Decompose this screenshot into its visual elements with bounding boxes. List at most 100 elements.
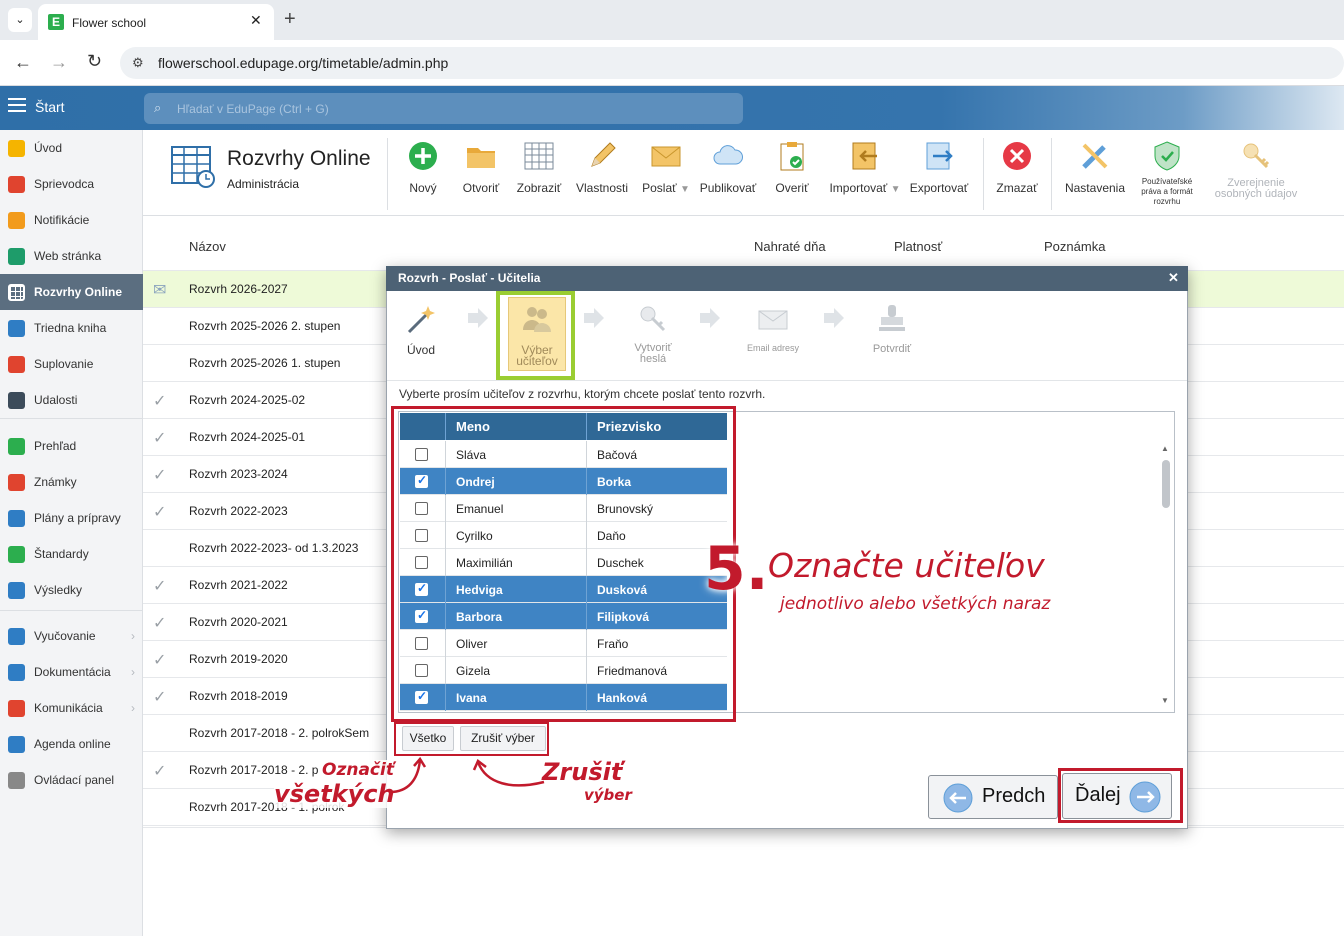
sidebar-item-label: Úvod <box>34 141 63 155</box>
step-arrow-icon <box>824 308 844 328</box>
view-button[interactable]: Zobraziť <box>513 140 565 195</box>
envelope-icon <box>8 212 25 229</box>
sidebar-item-udalosti[interactable]: Udalosti <box>0 382 143 418</box>
new-tab-button[interactable]: + <box>284 8 296 31</box>
publish-button[interactable]: Publikovať <box>698 140 758 195</box>
site-settings-icon[interactable]: ⚙ <box>132 55 144 71</box>
previous-button[interactable]: Predch <box>928 775 1058 819</box>
user-rights-button[interactable]: Používateľské práva a formát rozvrhu <box>1134 140 1200 207</box>
chevron-right-icon: › <box>131 701 135 715</box>
properties-label: Vlastnosti <box>575 181 629 195</box>
delete-button[interactable]: Zmazať <box>994 140 1040 195</box>
clipboard-check-icon <box>780 142 804 171</box>
step-select-teachers[interactable]: Výber učiteľov <box>508 297 566 371</box>
shield-check-icon <box>1154 141 1180 171</box>
house-icon <box>8 248 25 265</box>
sidebar-item-rozvrhy-online[interactable]: Rozvrhy Online <box>0 274 143 310</box>
annotation-step-number: 5. <box>704 534 769 604</box>
start-menu-label[interactable]: Štart <box>35 99 65 115</box>
step-emails-label: Email adresy <box>746 343 800 353</box>
chart-icon <box>8 582 25 599</box>
row-name: Rozvrh 2022-2023 <box>189 504 288 518</box>
row-name: Rozvrh 2026-2027 <box>189 282 288 296</box>
step-confirm[interactable]: Potvrdiť <box>862 302 922 355</box>
sidebar-item-dokumentacia[interactable]: Dokumentácia › <box>0 654 143 690</box>
table-scrollbar[interactable]: ▲ ▼ <box>1160 444 1172 710</box>
step-emails[interactable]: Email adresy <box>738 302 808 353</box>
scroll-thumb[interactable] <box>1162 460 1170 508</box>
sidebar-item-uvod[interactable]: Úvod <box>0 130 143 166</box>
sidebar-item-suplovanie[interactable]: Suplovanie <box>0 346 143 382</box>
folder-icon <box>467 148 495 168</box>
annotation-step-subtitle: jednotlivo alebo všetkých naraz <box>780 594 1051 614</box>
settings-button[interactable]: Nastavenia <box>1062 140 1128 195</box>
step-intro[interactable]: Úvod <box>396 302 446 357</box>
delete-label: Zmazať <box>996 181 1038 195</box>
sidebar-item-label: Notifikácie <box>34 213 90 227</box>
url-field[interactable]: ⚙ flowerschool.edupage.org/timetable/adm… <box>120 47 1344 79</box>
row-name: Rozvrh 2022-2023- od 1.3.2023 <box>189 541 359 555</box>
privacy-button[interactable]: Zverejnenie osobných údajov <box>1208 140 1304 200</box>
sidebar-item-label: Web stránka <box>34 249 102 263</box>
row-name: Rozvrh 2018-2019 <box>189 689 288 703</box>
annotation-arrow-icon <box>389 756 427 794</box>
hamburger-menu-icon[interactable] <box>8 98 26 112</box>
sidebar-item-label: Vyučovanie <box>34 629 96 643</box>
step-passwords[interactable]: Vytvoriť heslá <box>622 302 684 365</box>
sidebar-item-agenda-online[interactable]: Agenda online <box>0 726 143 762</box>
sidebar-item-web-stranka[interactable]: Web stránka <box>0 238 143 274</box>
dialog-instruction: Vyberte prosím učiteľov z rozvrhu, ktorý… <box>399 387 766 401</box>
user-rights-label: Používateľské práva a formát rozvrhu <box>1141 177 1193 206</box>
row-name: Rozvrh 2021-2022 <box>189 578 288 592</box>
column-header-note[interactable]: Poznámka <box>1044 239 1105 254</box>
sidebar-item-komunikacia[interactable]: Komunikácia › <box>0 690 143 726</box>
verify-button[interactable]: Overiť <box>772 140 812 195</box>
sidebar-item-notifikacie[interactable]: Notifikácie <box>0 202 143 238</box>
sidebar-item-plany-a-pripravy[interactable]: Plány a prípravy <box>0 500 143 536</box>
properties-button[interactable]: Vlastnosti <box>573 140 631 195</box>
send-button[interactable]: Poslať ▼ <box>638 140 694 195</box>
import-button[interactable]: Importovať ▼ <box>826 140 904 195</box>
reload-icon[interactable]: ↻ <box>87 51 102 72</box>
tab-search-button[interactable]: ⌄ <box>8 8 32 32</box>
sidebar-item-vyucovanie[interactable]: Vyučovanie › <box>0 618 143 654</box>
sidebar-item-standardy[interactable]: Štandardy <box>0 536 143 572</box>
back-icon[interactable]: ← <box>14 52 32 73</box>
row-name: Rozvrh 2025-2026 1. stupen <box>189 356 341 370</box>
sidebar-item-label: Výsledky <box>34 583 83 597</box>
open-button[interactable]: Otvoriť <box>458 140 504 195</box>
sidebar-item-vysledky[interactable]: Výsledky <box>0 572 143 608</box>
sidebar-item-triedna-kniha[interactable]: Triedna kniha <box>0 310 143 346</box>
sidebar-item-prehlad[interactable]: Prehľad <box>0 428 143 464</box>
published-check-icon: ✓ <box>153 467 167 484</box>
sidebar-item-ovladaci-panel[interactable]: Ovládací panel <box>0 762 143 798</box>
previous-label: Predch <box>982 785 1046 807</box>
column-header-uploaded[interactable]: Nahraté dňa <box>754 239 826 254</box>
search-placeholder: Hľadať v EduPage (Ctrl + G) <box>177 102 329 116</box>
sidebar-item-label: Dokumentácia <box>34 665 111 679</box>
annotation-clear-line1: Zrušiť <box>542 758 623 786</box>
column-header-validity[interactable]: Platnosť <box>894 239 942 254</box>
steps-divider <box>387 380 1187 381</box>
search-icon: ⌕ <box>154 100 162 115</box>
forward-icon[interactable]: → <box>50 52 68 73</box>
sidebar-item-znamky[interactable]: Známky <box>0 464 143 500</box>
close-dialog-icon[interactable]: ✕ <box>1168 270 1179 286</box>
search-input[interactable]: ⌕ Hľadať v EduPage (Ctrl + G) <box>144 93 743 124</box>
import-icon <box>852 142 877 170</box>
edupage-favicon-icon: E <box>48 14 64 30</box>
scroll-down-icon[interactable]: ▼ <box>1161 696 1169 705</box>
published-check-icon: ✓ <box>153 652 167 669</box>
browser-tab[interactable]: E Flower school ✕ <box>38 4 274 40</box>
close-tab-icon[interactable]: ✕ <box>250 12 262 29</box>
calendar-icon <box>8 392 25 409</box>
person-icon <box>8 356 25 373</box>
sidebar-item-sprievodca[interactable]: Sprievodca <box>0 166 143 202</box>
column-header-name[interactable]: Názov <box>189 239 226 254</box>
envelope-icon <box>651 146 681 167</box>
published-check-icon: ✓ <box>153 689 167 706</box>
scroll-up-icon[interactable]: ▲ <box>1161 444 1169 453</box>
import-label: Importovať ▼ <box>829 181 901 195</box>
export-button[interactable]: Exportovať <box>908 140 970 195</box>
new-button[interactable]: Nový <box>400 140 446 195</box>
